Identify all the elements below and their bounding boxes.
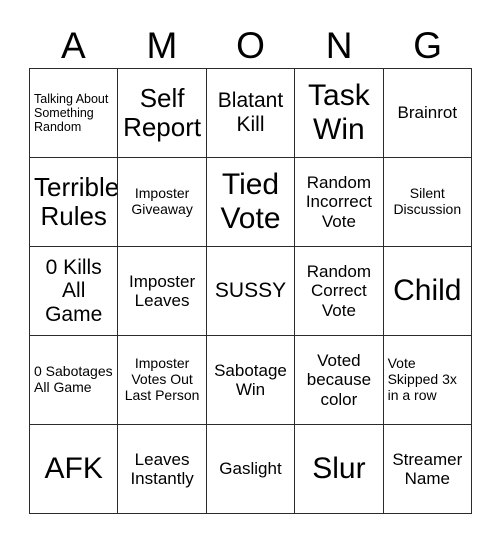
bingo-cell-label: Self Report	[123, 82, 202, 142]
bingo-cell[interactable]: Silent Discussion	[383, 158, 472, 247]
bingo-cell[interactable]: Slur	[295, 425, 384, 514]
bingo-cell[interactable]: Random Correct Vote	[295, 247, 384, 336]
bingo-cell-label: Task Win	[308, 79, 370, 146]
bingo-cell-label: 0 Kills All Game	[45, 255, 103, 326]
bingo-cell[interactable]: Random Incorrect Vote	[295, 158, 384, 247]
bingo-cell[interactable]: Self Report	[118, 69, 207, 158]
bingo-cell[interactable]: Blatant Kill	[206, 69, 296, 158]
bingo-cell[interactable]: Streamer Name	[383, 425, 472, 514]
bingo-cell[interactable]: Imposter Giveaway	[118, 158, 207, 247]
bingo-cell-label: Vote Skipped 3x in a row	[387, 355, 457, 403]
bingo-cell[interactable]: SUSSY	[206, 247, 296, 336]
bingo-cell[interactable]: Imposter Votes Out Last Person	[118, 336, 207, 425]
bingo-cell[interactable]: Task Win	[295, 69, 384, 158]
bingo-cell-label: Blatant Kill	[217, 89, 284, 136]
header-letter-4: N	[325, 24, 353, 66]
bingo-cell-label: Tied Vote	[220, 168, 281, 235]
bingo-cell-label: Streamer Name	[392, 449, 463, 488]
bingo-cell-label: Child	[393, 274, 462, 308]
bingo-cell[interactable]: 0 Sabotages All Game	[30, 336, 119, 425]
bingo-cell[interactable]: Sabotage Win	[206, 336, 296, 425]
bingo-cell-label: Slur	[312, 452, 366, 486]
bingo-cell-label: Sabotage Win	[214, 360, 287, 399]
bingo-cell-label: Imposter Giveaway	[131, 185, 193, 217]
bingo-cell[interactable]: Terrible Rules	[30, 158, 119, 247]
bingo-cell-label: Random Correct Vote	[306, 262, 372, 320]
header-letter-5: G	[413, 24, 443, 66]
bingo-cell-label: Leaves Instantly	[130, 449, 194, 488]
bingo-grid: Talking About Something Random Self Repor…	[29, 68, 472, 514]
bingo-cell-label: AFK	[44, 452, 103, 486]
bingo-cell[interactable]: Tied Vote	[206, 158, 296, 247]
bingo-cell[interactable]: Brainrot	[383, 69, 472, 158]
bingo-cell[interactable]: Talking About Something Random	[30, 69, 119, 158]
bingo-cell-label: Terrible Rules	[34, 171, 119, 231]
bingo-cell[interactable]: AFK	[30, 425, 119, 514]
header-letter-2: M	[146, 24, 178, 66]
bingo-cell-label: 0 Sabotages All Game	[34, 363, 113, 395]
bingo-cell-label: Silent Discussion	[393, 185, 462, 217]
bingo-cell-label: Gaslight	[219, 459, 282, 479]
header-letter-1: A	[60, 24, 86, 66]
bingo-cell[interactable]: Leaves Instantly	[118, 425, 207, 514]
bingo-cell-label: Brainrot	[397, 103, 458, 123]
bingo-cell-label: Talking About Something Random	[34, 92, 109, 134]
bingo-cell-label: SUSSY	[214, 279, 287, 303]
bingo-cell-label: Voted because color	[306, 351, 372, 409]
bingo-cell-label: Random Incorrect Vote	[305, 173, 372, 231]
bingo-cell[interactable]: Gaslight	[206, 425, 296, 514]
header-letter-3: O	[236, 24, 265, 66]
bingo-cell-label: Imposter Votes Out Last Person	[124, 355, 200, 403]
bingo-cell-label: Imposter Leaves	[129, 271, 196, 310]
bingo-cell[interactable]: Imposter Leaves	[118, 247, 207, 336]
bingo-cell[interactable]: Vote Skipped 3x in a row	[383, 336, 472, 425]
bingo-cell[interactable]: Voted because color	[295, 336, 384, 425]
bingo-card: A M O N G Talking About Something Random…	[0, 0, 500, 544]
bingo-header-row: A M O N G	[29, 22, 472, 68]
bingo-cell[interactable]: Child	[383, 247, 472, 336]
bingo-cell[interactable]: 0 Kills All Game	[30, 247, 119, 336]
